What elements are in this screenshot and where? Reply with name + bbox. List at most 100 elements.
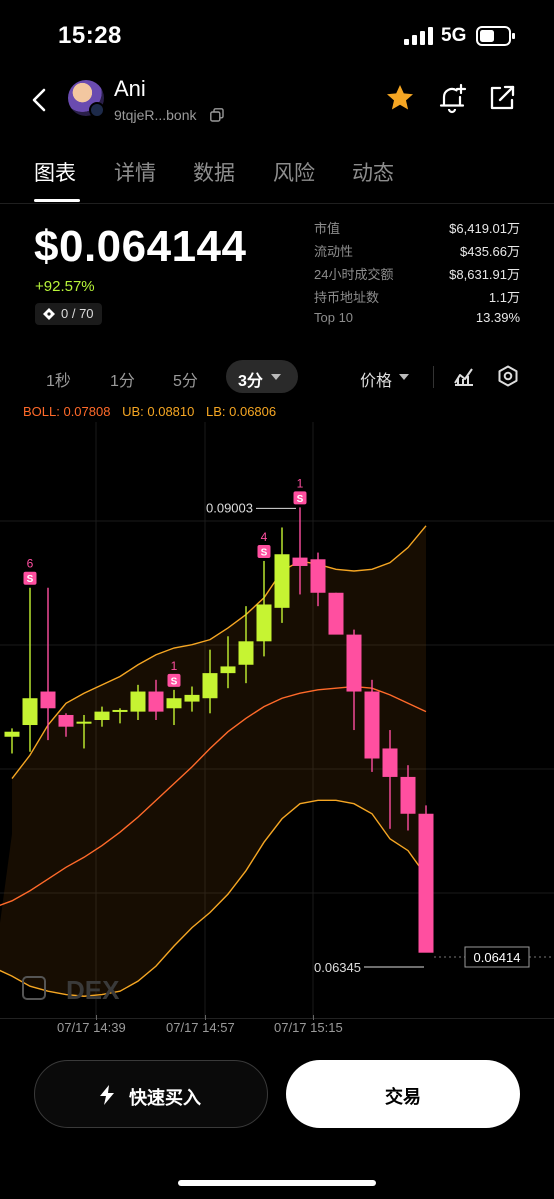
stat-row: 流动性 $435.66万 <box>314 241 520 264</box>
dex-watermark: DEX <box>66 975 120 1005</box>
status-time: 15:28 <box>58 22 122 49</box>
home-indicator <box>178 1180 376 1186</box>
interval-1s[interactable]: 1秒 <box>46 367 71 391</box>
chevron-down-icon <box>399 374 409 380</box>
candle-body <box>292 557 308 566</box>
signal-count: 1 <box>297 476 304 490</box>
stat-row: 24小时成交额 $8,631.91万 <box>314 264 520 287</box>
tab-details[interactable]: 详情 <box>114 157 156 187</box>
boll-legend: BOLL: 0.07808 UB: 0.08810 LB: 0.06806 <box>23 404 284 419</box>
candle-body <box>220 666 236 674</box>
quick-buy-label: 快速买入 <box>129 1088 201 1108</box>
trade-label: 交易 <box>385 1087 421 1107</box>
lightning-icon <box>100 1085 114 1105</box>
stat-label: 24小时成交额 <box>314 267 394 282</box>
candle-body <box>40 691 56 709</box>
holders-badge[interactable]: 0 / 70 <box>35 303 102 325</box>
status-bar: 15:28 5G <box>0 0 554 70</box>
stat-row: 市值 $6,419.01万 <box>314 218 520 241</box>
stat-row: 持币地址数 1.1万 <box>314 287 520 310</box>
stat-label: 持币地址数 <box>314 290 380 305</box>
boll-lower-value: LB: 0.06806 <box>206 404 277 419</box>
stat-value: 13.39% <box>475 310 520 325</box>
x-axis-label: 07/17 14:57 <box>166 1020 235 1035</box>
x-axis-line <box>0 1018 554 1019</box>
star-favorite-icon[interactable] <box>384 82 416 114</box>
stat-value: $8,631.91万 <box>449 267 520 282</box>
quick-buy-button[interactable]: 快速买入 <box>34 1060 268 1128</box>
tab-data[interactable]: 数据 <box>193 157 235 187</box>
candle-body <box>274 554 290 608</box>
signal-count: 6 <box>27 557 34 571</box>
price-change: +92.57% <box>35 278 95 295</box>
back-arrow-icon[interactable] <box>28 86 52 114</box>
x-axis-label: 07/17 14:39 <box>57 1020 126 1035</box>
candle-body <box>346 634 362 692</box>
indicator-chart-icon[interactable] <box>452 364 476 388</box>
sell-signal-letter: S <box>171 676 178 687</box>
candle-body <box>328 592 344 635</box>
section-tabs: 图表 详情 数据 风险 动态 <box>0 155 554 203</box>
candle-body <box>22 698 38 726</box>
candle-body <box>4 731 20 737</box>
current-price: $0.064144 <box>34 222 247 271</box>
candle-body <box>166 698 182 709</box>
share-external-icon[interactable] <box>486 82 518 114</box>
chain-badge-icon <box>89 102 105 118</box>
interval-selected[interactable]: 3分 <box>238 367 263 391</box>
sell-signal-letter: S <box>297 494 304 505</box>
interval-toolbar: 1秒 1分 5分 3分 价格 <box>0 358 554 396</box>
tab-risk[interactable]: 风险 <box>273 157 315 187</box>
sell-signal-letter: S <box>261 547 268 558</box>
token-address: 9tqjeR...bonk <box>114 107 197 123</box>
candle-body <box>310 559 326 593</box>
candle-body <box>382 748 398 777</box>
alert-bell-plus-icon[interactable] <box>436 82 468 114</box>
tabs-divider <box>0 203 554 204</box>
candle-body <box>76 721 92 724</box>
stat-value: $435.66万 <box>460 244 520 259</box>
boll-upper-value: UB: 0.08810 <box>122 404 195 419</box>
token-name: Ani <box>114 76 146 101</box>
x-axis-label: 07/17 15:15 <box>274 1020 343 1035</box>
bollinger-band-fill <box>0 525 426 997</box>
chevron-down-icon <box>271 374 281 380</box>
network-type: 5G <box>441 25 467 46</box>
stat-value: $6,419.01万 <box>449 221 520 236</box>
active-tab-indicator <box>34 199 80 202</box>
tab-activity[interactable]: 动态 <box>352 157 394 187</box>
candle-body <box>112 709 128 712</box>
boll-mid-value: BOLL: 0.07808 <box>23 404 111 419</box>
holders-badge-label: 0 / 70 <box>61 306 94 321</box>
toolbar-divider <box>433 366 434 388</box>
stat-label: 市值 <box>314 221 341 236</box>
candlestick-chart[interactable]: DEX S 6 S 1 S 4 S 1 0.09003 0.06345 0.06414 <box>0 422 554 1018</box>
candle-body <box>418 813 434 953</box>
market-stats: 市值 $6,419.01万 流动性 $435.66万 24小时成交额 $8,631.9… <box>314 218 520 333</box>
signal-count: 4 <box>261 530 268 544</box>
diamond-icon <box>43 308 55 320</box>
last-price-label: 0.06414 <box>474 950 521 965</box>
candle-body <box>256 604 272 642</box>
candle-body <box>148 691 164 712</box>
settings-hexagon-icon[interactable] <box>496 364 520 388</box>
token-header: Ani 9tqjeR...bonk <box>0 70 554 130</box>
interval-1m[interactable]: 1分 <box>110 367 135 391</box>
tab-chart[interactable]: 图表 <box>34 157 76 187</box>
candle-body <box>94 711 110 720</box>
low-price-label: 0.06345 <box>314 960 361 975</box>
stat-row: Top 10 13.39% <box>314 310 520 333</box>
copy-icon[interactable] <box>210 108 224 122</box>
candle-body <box>400 776 416 814</box>
stat-label: 流动性 <box>314 244 354 259</box>
trade-button[interactable]: 交易 <box>286 1060 520 1128</box>
price-mode-select[interactable]: 价格 <box>360 367 392 391</box>
high-price-label: 0.09003 <box>206 500 253 515</box>
candle-body <box>58 714 74 727</box>
signal-count: 1 <box>171 659 178 673</box>
stat-value: 1.1万 <box>488 290 520 305</box>
interval-5m[interactable]: 5分 <box>173 367 198 391</box>
sell-signal-letter: S <box>27 574 34 585</box>
candle-body <box>364 691 380 759</box>
candle-body <box>238 641 254 665</box>
